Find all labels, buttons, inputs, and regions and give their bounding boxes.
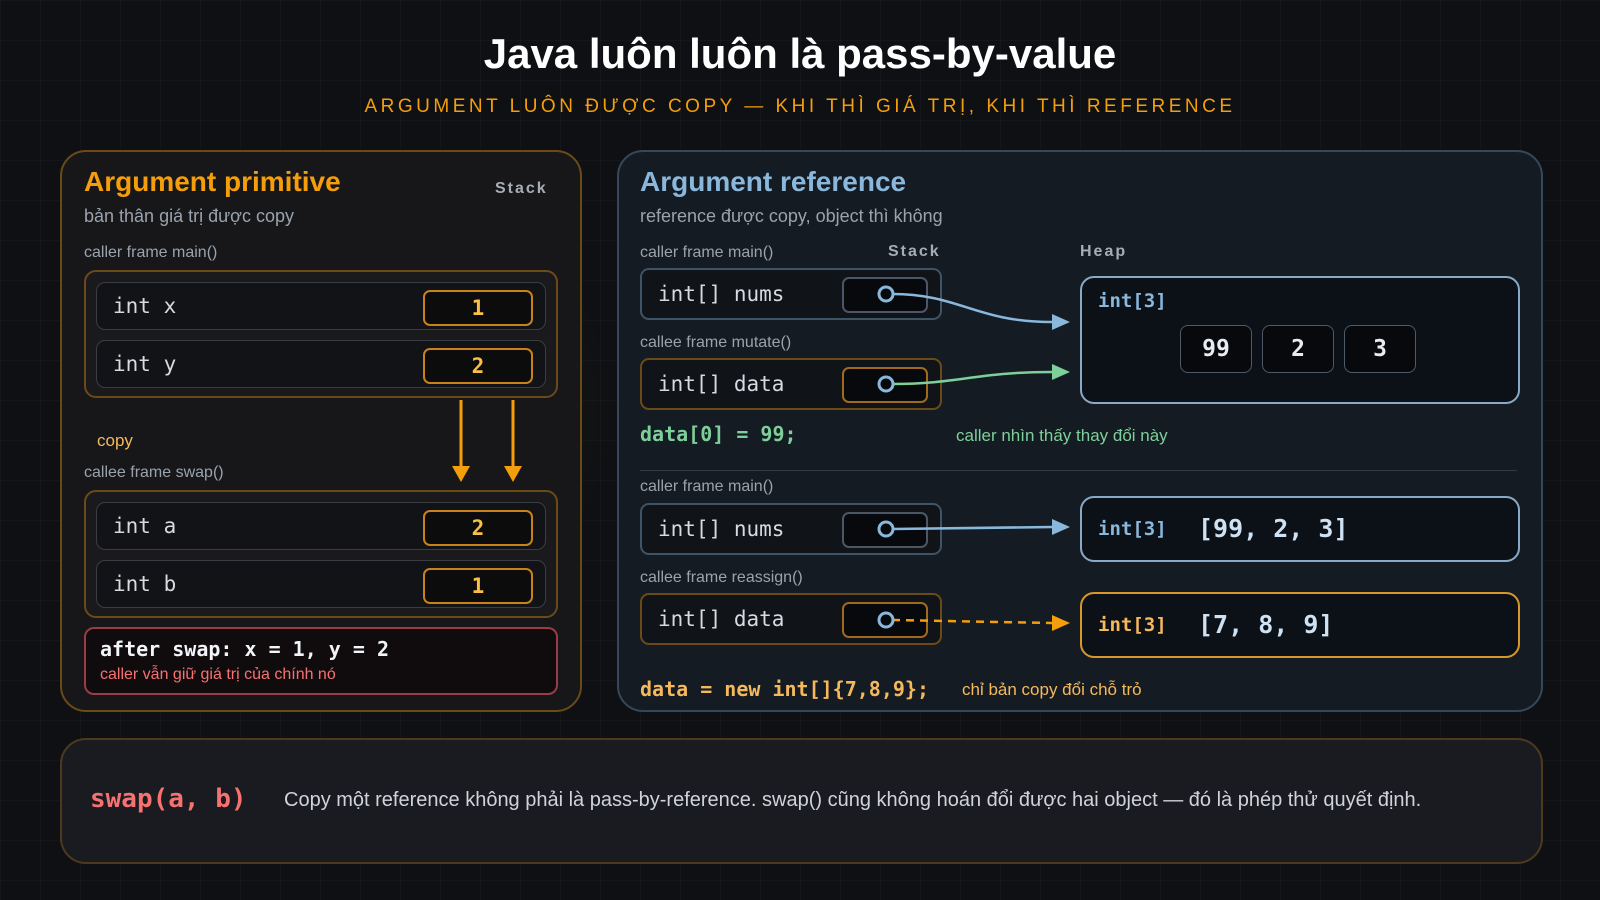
mutate-callee-data-row: int[] data: [640, 358, 942, 410]
section-divider: [640, 470, 1517, 471]
mutate-code: data[0] = 99;: [640, 422, 797, 446]
after-swap-note: caller vẫn giữ giá trị của chính nó: [100, 666, 336, 683]
var-row-a: int a 2: [96, 502, 546, 550]
heap-cell: 2: [1262, 325, 1334, 373]
reassign-callee-frame-label: callee frame reassign(): [640, 569, 803, 586]
var-name: int a: [113, 514, 177, 538]
var-value: 1: [423, 290, 533, 326]
reference-pointer-box: [842, 367, 928, 403]
page-title: Java luôn luôn là pass-by-value: [483, 30, 1117, 77]
reference-pointer-box: [842, 277, 928, 313]
caller-frame-main: int x 1 int y 2: [84, 270, 558, 398]
reassign-original-array: int[3] [99, 2, 3]: [1080, 496, 1520, 562]
after-swap-result: after swap: x = 1, y = 2 caller vẫn giữ …: [84, 627, 558, 695]
primitive-subtitle: bản thân giá trị được copy: [84, 206, 294, 226]
primitive-stack-label: Stack: [495, 180, 548, 197]
reference-pointer-box: [842, 602, 928, 638]
reassign-new-array: int[3] [7, 8, 9]: [1080, 592, 1520, 658]
var-name: int x: [113, 294, 177, 318]
var-name: int[] data: [658, 372, 785, 396]
reassign-code: data = new int[]{7,8,9};: [640, 677, 929, 701]
primitive-callee-frame-label: callee frame swap(): [84, 464, 224, 481]
heap-cell: 3: [1344, 325, 1416, 373]
copy-arrow-head: [452, 466, 470, 482]
page-subtitle: ARGUMENT LUÔN ĐƯỢC COPY — KHI THÌ GIÁ TR…: [364, 96, 1236, 117]
heap-type-label: int[3]: [1098, 614, 1167, 636]
var-name: int[] nums: [658, 517, 785, 541]
heap-array-values: [7, 8, 9]: [1198, 610, 1334, 639]
primitive-caller-frame-label: caller frame main(): [84, 244, 218, 261]
heap-array-values: [99, 2, 3]: [1198, 514, 1349, 543]
reference-pointer-box: [842, 512, 928, 548]
copy-arrows: [452, 400, 522, 482]
heap-type-label: int[3]: [1098, 290, 1167, 312]
var-row-y: int y 2: [96, 340, 546, 388]
reassign-note: chỉ bản copy đổi chỗ trỏ: [962, 680, 1142, 699]
var-name: int[] data: [658, 607, 785, 631]
after-swap-code: after swap: x = 1, y = 2: [100, 637, 389, 661]
reference-subtitle: reference được copy, object thì không: [640, 206, 943, 226]
var-name: int y: [113, 352, 177, 376]
var-value: 2: [423, 348, 533, 384]
summary-text: Copy một reference không phải là pass-by…: [284, 789, 1422, 811]
mutate-caller-nums-row: int[] nums: [640, 268, 942, 320]
reference-stack-label: Stack: [888, 243, 941, 260]
mutate-callee-frame-label: callee frame mutate(): [640, 334, 792, 351]
mutate-caller-frame-label: caller frame main(): [640, 244, 774, 261]
var-value: 1: [423, 568, 533, 604]
var-name: int b: [113, 572, 177, 596]
copy-label: copy: [97, 431, 133, 450]
callee-frame-swap: int a 2 int b 1: [84, 490, 558, 618]
mutate-note: caller nhìn thấy thay đổi này: [956, 426, 1168, 445]
reassign-callee-data-row: int[] data: [640, 593, 942, 645]
var-value: 2: [423, 510, 533, 546]
heap-cell: 99: [1180, 325, 1252, 373]
heap-type-label: int[3]: [1098, 518, 1167, 540]
mutate-heap-array: int[3] 99 2 3: [1080, 276, 1520, 404]
var-name: int[] nums: [658, 282, 785, 306]
var-row-b: int b 1: [96, 560, 546, 608]
reassign-caller-frame-label: caller frame main(): [640, 478, 774, 495]
primitive-title: Argument primitive: [84, 166, 341, 197]
var-row-x: int x 1: [96, 282, 546, 330]
copy-arrow-head: [504, 466, 522, 482]
reference-title: Argument reference: [640, 166, 907, 197]
reassign-caller-nums-row: int[] nums: [640, 503, 942, 555]
summary-code: swap(a, b): [90, 784, 247, 814]
reference-heap-label: Heap: [1080, 243, 1128, 260]
